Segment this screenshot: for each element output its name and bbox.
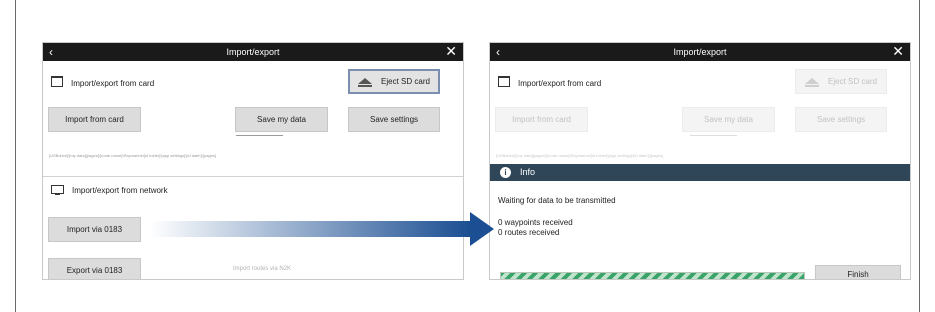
screen-title: Import/export bbox=[673, 47, 727, 57]
info-icon: i bbox=[500, 167, 511, 178]
import-export-screen-right: ‹ Import/export ✕ Import/export from car… bbox=[489, 42, 911, 280]
card-section-label: Import/export from card bbox=[71, 79, 155, 88]
card-section-header: Import/export from card bbox=[51, 76, 154, 88]
export-via-0183-button[interactable]: Export via 0183 bbox=[48, 258, 141, 279]
eject-sd-card-label: Eject SD card bbox=[828, 77, 877, 86]
save-my-data-underline bbox=[690, 135, 737, 136]
card-section-label: Import/export from card bbox=[518, 79, 602, 88]
file-path-text: [USBdrive]\[my data][pages]\[route name]… bbox=[49, 153, 216, 158]
info-dialog-header: i Info bbox=[490, 164, 910, 181]
sd-card-icon bbox=[498, 76, 510, 87]
transfer-progress-bar bbox=[500, 272, 805, 279]
save-my-data-underline bbox=[236, 135, 283, 136]
import-export-screen-left: ‹ Import/export ✕ Import/export from car… bbox=[42, 42, 464, 280]
routes-received-text: 0 routes received bbox=[498, 228, 560, 237]
info-title: Info bbox=[520, 167, 536, 177]
info-dialog-body: Waiting for data to be transmitted 0 way… bbox=[490, 181, 910, 279]
waiting-text: Waiting for data to be transmitted bbox=[498, 196, 616, 205]
card-section-header: Import/export from card bbox=[498, 76, 601, 88]
frame-border-right bbox=[919, 0, 920, 312]
waypoints-received-text: 0 waypoints received bbox=[498, 218, 573, 227]
network-status-text: Import routes via N2K bbox=[233, 266, 292, 272]
eject-sd-card-button[interactable]: Eject SD card bbox=[795, 69, 887, 94]
frame-border-left bbox=[15, 0, 16, 312]
finish-button[interactable]: Finish bbox=[815, 265, 901, 279]
save-my-data-button[interactable]: Save my data bbox=[235, 107, 328, 132]
close-icon[interactable]: ✕ bbox=[892, 44, 904, 59]
network-section-header: Import/export from network bbox=[51, 185, 168, 195]
screen-title: Import/export bbox=[226, 47, 280, 57]
titlebar: ‹ Import/export ✕ bbox=[43, 43, 463, 61]
eject-icon bbox=[805, 78, 820, 87]
eject-sd-card-button[interactable]: Eject SD card bbox=[348, 69, 440, 94]
file-path-text: [USBdrive]\[my data][pages]\[route name]… bbox=[496, 153, 663, 158]
titlebar: ‹ Import/export ✕ bbox=[490, 43, 910, 61]
save-my-data-button[interactable]: Save my data bbox=[682, 107, 775, 132]
save-settings-button[interactable]: Save settings bbox=[795, 107, 887, 132]
section-divider bbox=[43, 176, 463, 177]
save-settings-button[interactable]: Save settings bbox=[348, 107, 440, 132]
monitor-icon bbox=[51, 185, 64, 195]
sd-card-icon bbox=[51, 76, 63, 87]
import-via-0183-button[interactable]: Import via 0183 bbox=[48, 217, 141, 242]
import-from-card-button[interactable]: Import from card bbox=[495, 107, 588, 132]
eject-sd-card-label: Eject SD card bbox=[381, 77, 430, 86]
close-icon[interactable]: ✕ bbox=[445, 44, 457, 59]
import-from-card-button[interactable]: Import from card bbox=[48, 107, 141, 132]
network-section-label: Import/export from network bbox=[72, 186, 168, 195]
progress-fill bbox=[501, 273, 804, 279]
eject-icon bbox=[358, 78, 373, 87]
